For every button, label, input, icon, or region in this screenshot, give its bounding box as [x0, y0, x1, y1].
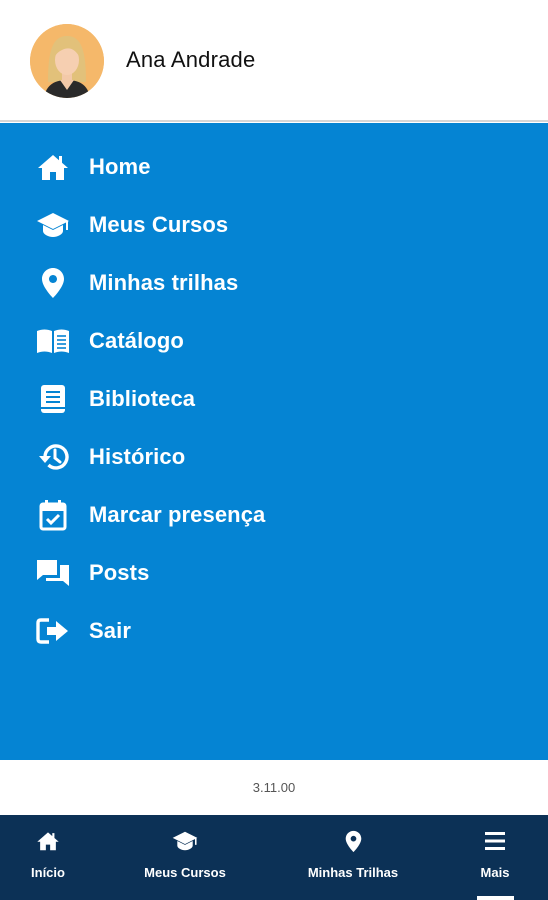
menu-item-label: Catálogo [89, 328, 184, 353]
avatar[interactable] [30, 24, 104, 98]
map-pin-icon [36, 266, 70, 300]
nav-label: Minhas Trilhas [307, 865, 399, 880]
nav-label: Mais [480, 865, 510, 880]
menu-item-minhas-trilhas[interactable]: Minhas trilhas [0, 257, 548, 309]
nav-item-minhas-trilhas[interactable]: Minhas Trilhas [293, 815, 413, 900]
menu-item-sair[interactable]: Sair [0, 605, 548, 657]
menu-item-label: Sair [89, 618, 131, 643]
map-pin-icon [345, 829, 362, 853]
open-book-icon [36, 324, 70, 358]
app-version: 3.11.00 [252, 780, 296, 795]
menu-item-posts[interactable]: Posts [0, 547, 548, 599]
graduation-cap-icon [36, 208, 70, 242]
active-tab-indicator [477, 896, 514, 900]
menu-item-label: Histórico [89, 444, 186, 469]
menu-item-label: Minhas trilhas [89, 270, 239, 295]
menu-item-label: Meus Cursos [89, 212, 229, 237]
menu-item-label: Biblioteca [89, 386, 196, 411]
nav-label: Início [31, 865, 65, 880]
calendar-check-icon [36, 498, 70, 532]
menu-item-meus-cursos[interactable]: Meus Cursos [0, 199, 548, 251]
menu-item-home[interactable]: Home [0, 141, 548, 193]
user-name: Ana Andrade [126, 47, 256, 72]
profile-header: Ana Andrade [0, 0, 548, 122]
menu-item-marcar-presenca[interactable]: Marcar presença [0, 489, 548, 541]
nav-item-mais[interactable]: Mais [462, 815, 528, 900]
version-bar: 3.11.00 [0, 760, 548, 815]
menu-item-label: Home [89, 154, 151, 179]
history-icon [36, 440, 70, 474]
home-icon [36, 150, 70, 184]
menu-item-label: Marcar presença [89, 502, 266, 527]
bottom-navigation: Início Meus Cursos Minhas Trilhas Mais [0, 815, 548, 900]
chat-icon [36, 556, 70, 590]
nav-item-inicio[interactable]: Início [0, 815, 96, 900]
menu-item-biblioteca[interactable]: Biblioteca [0, 373, 548, 425]
home-icon [36, 829, 60, 853]
menu-item-label: Posts [89, 560, 150, 585]
side-menu: Home Meus Cursos Minhas trilhas Catálogo… [0, 123, 548, 760]
graduation-cap-icon [171, 829, 199, 853]
menu-item-historico[interactable]: Histórico [0, 431, 548, 483]
menu-icon [485, 829, 505, 853]
logout-icon [36, 614, 70, 648]
nav-item-meus-cursos[interactable]: Meus Cursos [125, 815, 245, 900]
book-icon [36, 382, 70, 416]
menu-item-catalogo[interactable]: Catálogo [0, 315, 548, 367]
nav-label: Meus Cursos [144, 865, 226, 880]
